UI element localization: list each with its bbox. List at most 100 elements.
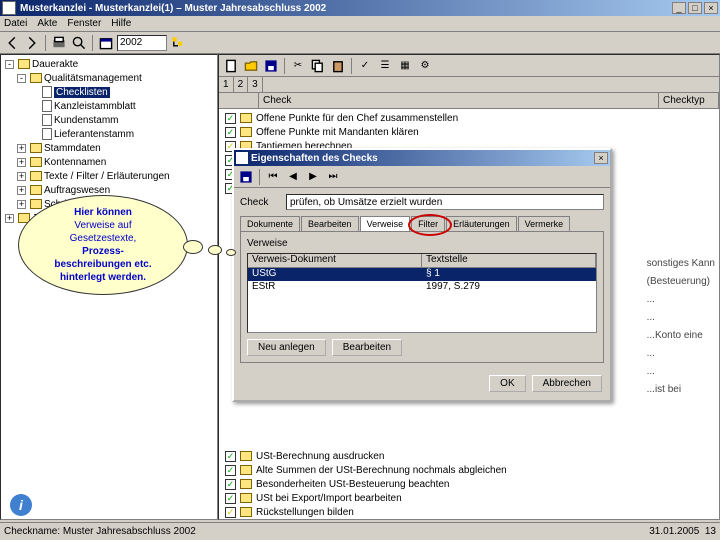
list-icon[interactable]: ☰ — [376, 57, 394, 75]
calendar-icon[interactable] — [97, 34, 115, 52]
check-input[interactable] — [286, 194, 604, 210]
app-icon — [2, 1, 16, 15]
dialog-title: Eigenschaften des Checks — [251, 153, 592, 164]
tab-2[interactable]: 2 — [234, 77, 249, 92]
maximize-button[interactable]: □ — [688, 2, 702, 14]
dialog-close-button[interactable]: × — [594, 152, 608, 164]
ok-button[interactable]: OK — [489, 375, 525, 392]
checkbox-icon[interactable]: ✓ — [225, 127, 236, 138]
tab-3[interactable]: 3 — [248, 77, 263, 92]
checkbox-icon[interactable]: ✓ — [225, 479, 236, 490]
minimize-button[interactable]: _ — [672, 2, 686, 14]
paste-icon[interactable] — [329, 57, 347, 75]
check-row[interactable]: ✓Offene Punkte für den Chef zusammenstel… — [219, 111, 719, 125]
new-reference-button[interactable]: Neu anlegen — [247, 339, 326, 356]
expand-icon[interactable]: - — [5, 60, 14, 69]
tree-icon[interactable] — [169, 34, 187, 52]
doc-icon — [42, 100, 52, 112]
tree-item[interactable]: +Kontennamen — [3, 155, 215, 169]
check-row[interactable]: ✓Steuerrückstellungen bilden — [219, 519, 719, 520]
tree-item[interactable]: Checklisten — [3, 85, 215, 99]
check-row[interactable]: ✓Rückstellungen bilden — [219, 505, 719, 519]
status-left: Checkname: Muster Jahresabschluss 2002 — [4, 526, 196, 537]
tree-item[interactable]: Lieferantenstamm — [3, 127, 215, 141]
checkbox-icon[interactable]: ✓ — [225, 113, 236, 124]
print-icon[interactable] — [50, 34, 68, 52]
reference-row[interactable]: UStG§ 1 — [248, 268, 596, 281]
reference-row[interactable]: EStR1997, S.279 — [248, 281, 596, 294]
tree-item[interactable]: Kundenstamm — [3, 113, 215, 127]
tree-item[interactable]: -Qualitätsmanagement — [3, 71, 215, 85]
info-icon[interactable]: i — [10, 494, 32, 516]
check-icon[interactable]: ✓ — [356, 57, 374, 75]
partial-line: ... — [647, 363, 715, 381]
check-row[interactable]: ✓Alte Summen der USt-Berechnung nochmals… — [219, 463, 719, 477]
tree-item[interactable]: +Texte / Filter / Erläuterungen — [3, 169, 215, 183]
menu-fenster[interactable]: Fenster — [67, 18, 101, 29]
partial-text: sonstiges Kann(Besteuerung).........Kont… — [647, 255, 715, 399]
partial-line: ...ist bei — [647, 381, 715, 399]
forward-icon[interactable] — [23, 34, 41, 52]
expand-icon[interactable]: + — [17, 144, 26, 153]
grid-icon[interactable]: ▦ — [396, 57, 414, 75]
folder-icon — [240, 507, 252, 517]
ref-head-a[interactable]: Verweis-Dokument — [248, 254, 422, 267]
check-label: USt bei Export/Import bearbeiten — [256, 493, 402, 504]
back-icon[interactable] — [3, 34, 21, 52]
tab-verweise[interactable]: Verweise — [360, 216, 411, 231]
tab-bearbeiten[interactable]: Bearbeiten — [301, 216, 359, 231]
tab-erlaeuterungen[interactable]: Erläuterungen — [446, 216, 517, 231]
first-icon[interactable]: ⏮ — [264, 168, 282, 186]
folder-icon — [240, 479, 252, 489]
year-input[interactable]: 2002 — [117, 35, 167, 51]
col-check[interactable]: Check — [259, 93, 659, 108]
reference-table[interactable]: Verweis-Dokument Textstelle UStG§ 1EStR1… — [247, 253, 597, 333]
next-icon[interactable]: ▶ — [304, 168, 322, 186]
cut-icon[interactable]: ✂ — [289, 57, 307, 75]
preview-icon[interactable] — [70, 34, 88, 52]
tree-item[interactable]: +Stammdaten — [3, 141, 215, 155]
main-titlebar: Musterkanzlei - Musterkanzlei(1) – Muste… — [0, 0, 720, 16]
menu-hilfe[interactable]: Hilfe — [111, 18, 131, 29]
dialog-icon — [236, 152, 248, 164]
expand-icon[interactable]: - — [17, 74, 26, 83]
check-row[interactable]: ✓USt-Berechnung ausdrucken — [219, 449, 719, 463]
check-row[interactable]: ✓ USt bei Export/Import bearbeiten — [219, 491, 719, 505]
dialog-save-icon[interactable] — [237, 168, 255, 186]
config-icon[interactable]: ⚙ — [416, 57, 434, 75]
tab-dokumente[interactable]: Dokumente — [240, 216, 300, 231]
menu-datei[interactable]: Datei — [4, 18, 27, 29]
expand-icon[interactable]: + — [5, 214, 14, 223]
prev-icon[interactable]: ◀ — [284, 168, 302, 186]
tab-filter[interactable]: Filter — [411, 216, 445, 231]
ref-head-b[interactable]: Textstelle — [422, 254, 596, 267]
tree-item[interactable]: Kanzleistammblatt — [3, 99, 215, 113]
check-row[interactable]: ✓Besonderheiten USt-Besteuerung beachten — [219, 477, 719, 491]
checkbox-icon[interactable]: ✓ — [225, 465, 236, 476]
folder-icon — [18, 59, 30, 69]
tabstrip: 1 2 3 — [219, 77, 719, 93]
copy-icon[interactable] — [309, 57, 327, 75]
folder-icon — [240, 465, 252, 475]
close-button[interactable]: × — [704, 2, 718, 14]
tab-1[interactable]: 1 — [219, 77, 234, 92]
last-icon[interactable]: ⏭ — [324, 168, 342, 186]
new-icon[interactable] — [222, 57, 240, 75]
col-type[interactable]: Checktyp — [659, 93, 719, 108]
tab-vermerke[interactable]: Vermerke — [518, 216, 571, 231]
save-icon[interactable] — [262, 57, 280, 75]
open-icon[interactable] — [242, 57, 260, 75]
cancel-button[interactable]: Abbrechen — [532, 375, 602, 392]
edit-reference-button[interactable]: Bearbeiten — [332, 339, 402, 356]
checkbox-icon[interactable]: ✓ — [225, 451, 236, 462]
dialog-titlebar[interactable]: Eigenschaften des Checks × — [234, 150, 610, 166]
menu-akte[interactable]: Akte — [37, 18, 57, 29]
expand-icon[interactable]: + — [17, 158, 26, 167]
check-row[interactable]: ✓Offene Punkte mit Mandanten klären — [219, 125, 719, 139]
checkbox-icon[interactable]: ✓ — [225, 493, 236, 504]
expand-icon[interactable]: + — [17, 186, 26, 195]
folder-icon — [30, 171, 42, 181]
expand-icon[interactable]: + — [17, 172, 26, 181]
tree-item[interactable]: -Dauerakte — [3, 57, 215, 71]
checkbox-icon[interactable]: ✓ — [225, 507, 236, 518]
